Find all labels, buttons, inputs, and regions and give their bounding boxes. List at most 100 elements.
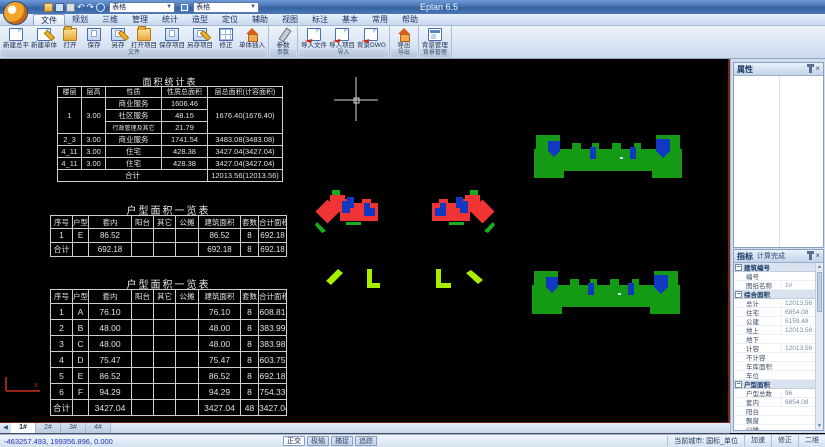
collapse-icon[interactable]	[735, 291, 742, 298]
properties-panel-header[interactable]: 属性 ×	[734, 63, 823, 76]
close-icon[interactable]: ×	[815, 65, 820, 73]
ribbon-button-4-1[interactable]: 导出	[392, 26, 416, 49]
menu-tab-3[interactable]: 三维	[95, 14, 125, 25]
ribbon-button-row: 导入文件导入项目背景DWG	[298, 26, 389, 49]
scroll-down-icon[interactable]: ▼	[816, 422, 823, 430]
tab-scroll-left-icon[interactable]: ◀	[0, 423, 11, 433]
toggle-1[interactable]: 正交	[283, 436, 305, 446]
new-doc-icon[interactable]	[33, 3, 42, 12]
color-swatch-icon[interactable]	[180, 3, 189, 12]
ribbon-button-label: 修正	[220, 42, 233, 49]
ribbon-group-label: 导入	[299, 49, 388, 57]
ribbon-button-3-1[interactable]: 导入文件	[300, 26, 328, 49]
scroll-up-icon[interactable]: ▲	[816, 263, 823, 271]
drawing-tab-2[interactable]: 2#	[36, 423, 61, 433]
open-folder-icon[interactable]	[44, 3, 53, 12]
ribbon-button-1-6[interactable]: 打开项目	[130, 26, 158, 49]
redo-icon[interactable]: ↷	[87, 3, 95, 12]
layer-combo[interactable]: 表格 ▼	[109, 2, 175, 13]
close-icon[interactable]: ×	[815, 252, 820, 260]
ribbon-button-5-1[interactable]: 背景管理	[421, 26, 449, 49]
collapse-icon[interactable]	[735, 264, 742, 271]
grid-icon	[219, 28, 233, 41]
menu-tab-9[interactable]: 视图	[275, 14, 305, 25]
drawing-tab-3[interactable]: 3#	[61, 423, 86, 433]
quick-access-toolbar: ↶↷	[33, 3, 105, 12]
pin-icon[interactable]	[809, 253, 812, 260]
print-icon[interactable]	[66, 3, 75, 12]
menu-tab-6[interactable]: 造型	[185, 14, 215, 25]
ribbon-group-1: 新建总平新建单体打开保存另存打开项目保存项目另存项目修正单体插入文件	[0, 26, 269, 58]
collapse-icon[interactable]	[735, 381, 742, 388]
status-button-2[interactable]: 修正	[771, 435, 798, 447]
status-button-3[interactable]: 二维	[798, 435, 825, 447]
ribbon-button-3-3[interactable]: 背景DWG	[356, 26, 387, 49]
crosshair-cursor	[334, 77, 378, 121]
style-combo[interactable]: 表格 ▼	[193, 2, 259, 13]
ribbon-button-1-2[interactable]: 新建单体	[30, 26, 58, 49]
ribbon-button-1-5[interactable]: 另存	[106, 26, 130, 49]
menu-tab-7[interactable]: 定位	[215, 14, 245, 25]
ribbon-button-1-9[interactable]: 修正	[214, 26, 238, 49]
properties-panel-title: 属性	[737, 64, 753, 75]
save-edit-icon	[193, 28, 207, 41]
indicator-panel: 指标 计算完成 × 建筑编号编号图纸名称1#综合面积总计12013.56住宅68…	[733, 249, 824, 431]
save-icon	[165, 28, 179, 41]
indicator-property-grid: 建筑编号编号图纸名称1#综合面积总计12013.56住宅6854.08公建515…	[734, 263, 823, 430]
status-button-1[interactable]: 加速	[744, 435, 771, 447]
import-icon	[335, 28, 349, 41]
menu-tab-13[interactable]: 帮助	[395, 14, 425, 25]
ribbon-button-1-3[interactable]: 打开	[58, 26, 82, 49]
lime-marks	[326, 269, 483, 288]
pin-icon[interactable]	[809, 66, 812, 73]
title-bar: ↶↷ 表格 ▼ 表格 ▼ Eplan 6.5	[0, 0, 825, 14]
cad-shapes-layer[interactable]: x	[0, 59, 728, 422]
app-logo-icon[interactable]	[3, 1, 28, 25]
save-icon[interactable]	[55, 3, 64, 12]
ribbon-group-label: 参数	[270, 49, 296, 57]
toggle-3[interactable]: 捕捉	[331, 436, 353, 446]
menu-tab-10[interactable]: 标注	[305, 14, 335, 25]
ribbon-button-row: 导出	[390, 26, 418, 49]
undo-icon[interactable]: ↶	[77, 3, 85, 12]
scrollbar-thumb[interactable]	[817, 272, 822, 312]
menu-tab-8[interactable]: 辅助	[245, 14, 275, 25]
ribbon-group-5: 背景管理背景管理	[419, 26, 452, 58]
toggle-4[interactable]: 追踪	[355, 436, 377, 446]
ribbon-button-label: 导入文件	[301, 42, 327, 49]
ribbon-button-1-8[interactable]: 另存项目	[186, 26, 214, 49]
doc-icon	[9, 28, 23, 41]
menu-tab-12[interactable]: 常用	[365, 14, 395, 25]
menu-tab-11[interactable]: 基本	[335, 14, 365, 25]
ribbon-button-1-7[interactable]: 保存项目	[158, 26, 186, 49]
folder-icon	[63, 28, 77, 41]
toggle-2[interactable]: 极轴	[307, 436, 329, 446]
ribbon-button-1-4[interactable]: 保存	[82, 26, 106, 49]
drawing-tab-4[interactable]: 4#	[86, 423, 111, 433]
ribbon-button-label: 参数	[277, 42, 290, 49]
ribbon-button-label: 保存	[88, 42, 101, 49]
indicator-panel-header[interactable]: 指标 计算完成 ×	[734, 250, 823, 263]
building-cluster-red-2	[432, 190, 495, 233]
ribbon-button-3-2[interactable]: 导入项目	[328, 26, 356, 49]
ribbon-group-label: 背景管理	[420, 49, 450, 57]
panel-scrollbar[interactable]: ▲ ▼	[815, 263, 823, 430]
ribbon-button-1-1[interactable]: 新建总平	[2, 26, 30, 49]
drawing-canvas[interactable]: 面积统计表 楼层 层高 性质 性质总面积 层总面积(计容面积) 1 3.00 商…	[0, 59, 730, 424]
menu-tab-5[interactable]: 统计	[155, 14, 185, 25]
ribbon-button-1-10[interactable]: 单体插入	[238, 26, 266, 49]
house-icon	[245, 28, 259, 41]
ribbon-button-2-1[interactable]: 参数	[271, 26, 295, 49]
ribbon-button-label: 另存项目	[187, 42, 213, 49]
ribbon-button-label: 打开项目	[131, 42, 157, 49]
drawing-tab-1[interactable]: 1#	[11, 423, 36, 433]
layer-combo-value: 表格	[112, 2, 126, 12]
menu-tab-1[interactable]: 文件	[33, 14, 65, 25]
menu-tab-2[interactable]: 规划	[65, 14, 95, 25]
help-icon[interactable]	[96, 3, 105, 12]
save-icon	[87, 28, 101, 41]
ribbon-group-4: 导出导出	[390, 26, 419, 58]
manage-icon	[428, 28, 442, 41]
menu-tab-4[interactable]: 管理	[125, 14, 155, 25]
property-row[interactable]: 公摊	[734, 425, 823, 430]
